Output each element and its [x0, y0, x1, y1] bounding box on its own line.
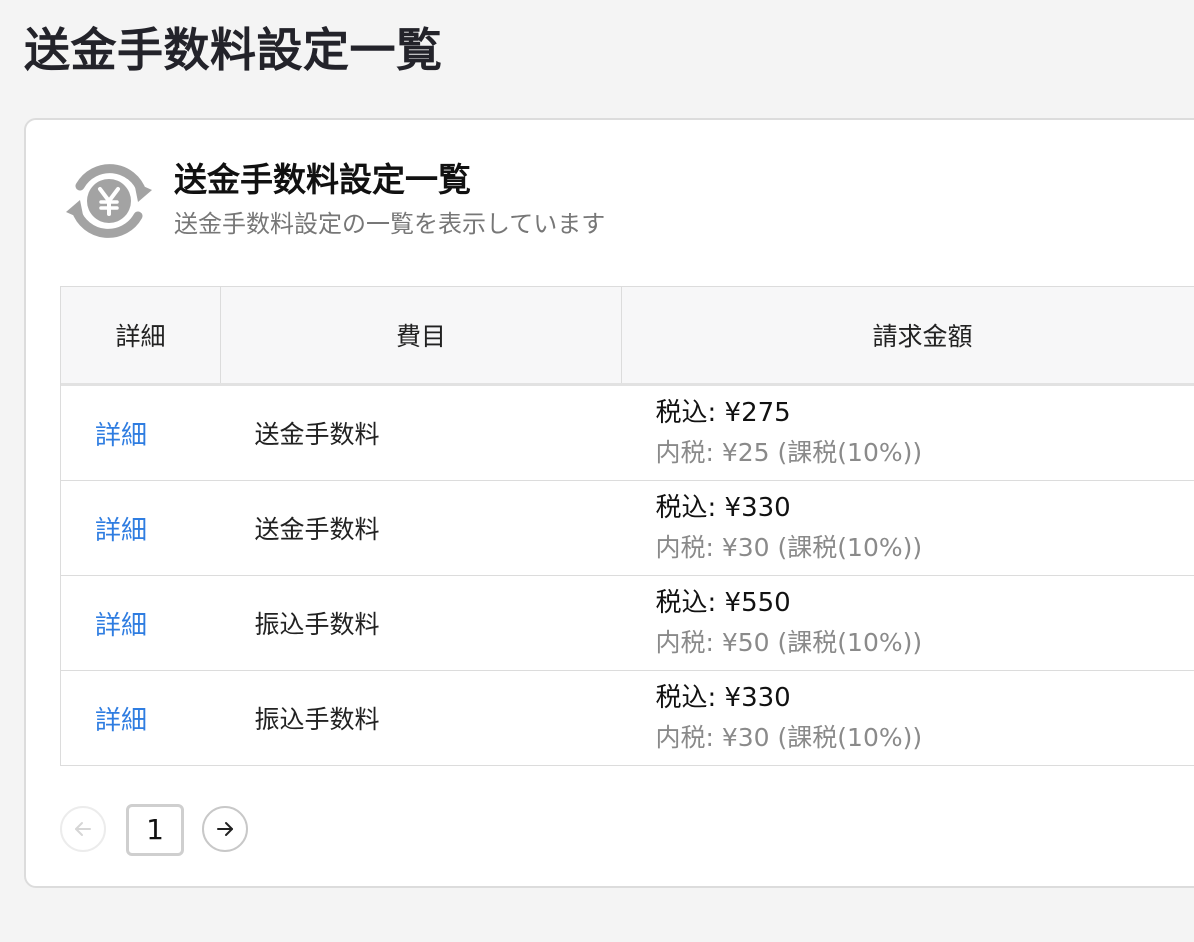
next-page-button[interactable]	[202, 806, 248, 852]
item-cell: 振込手数料	[221, 671, 622, 766]
amount-cell: 税込: ¥330 内税: ¥30 (課税(10%))	[621, 480, 1194, 576]
page-title: 送金手数料設定一覧	[24, 23, 443, 77]
card-header-text: 送金手数料設定一覧 送金手数料設定の一覧を表示しています	[174, 156, 605, 242]
amount-tax-included: 税込: ¥275	[655, 398, 791, 428]
detail-link[interactable]: 詳細	[95, 700, 147, 737]
amount-tax-breakdown: 内税: ¥50 (課税(10%))	[655, 628, 923, 657]
amount-tax-breakdown: 内税: ¥30 (課税(10%))	[655, 533, 923, 562]
detail-cell: 詳細	[61, 671, 221, 766]
item-name: 振込手数料	[254, 610, 380, 639]
card-subtitle: 送金手数料設定の一覧を表示しています	[174, 210, 606, 238]
item-cell: 振込手数料	[220, 575, 622, 671]
amount-tax-included: 税込: ¥550	[655, 588, 791, 618]
item-cell: 送金手数料	[220, 480, 622, 576]
amount-tax-breakdown: 内税: ¥25 (課税(10%))	[655, 438, 923, 467]
fee-table: 詳細 費目 請求金額 詳細 送金手数料 税込: ¥275 内税: ¥25 (課税…	[60, 286, 1194, 766]
detail-cell: 詳細	[61, 480, 221, 576]
column-header-detail: 詳細	[61, 287, 221, 386]
detail-cell: 詳細	[61, 575, 221, 671]
arrow-right-icon	[217, 822, 233, 836]
detail-link[interactable]: 詳細	[95, 415, 147, 452]
prev-page-button	[60, 806, 106, 852]
column-header-amount: 請求金額	[621, 287, 1194, 386]
amount-cell: 税込: ¥550 内税: ¥50 (課税(10%))	[621, 575, 1194, 671]
column-header-item: 費目	[220, 287, 622, 386]
detail-link[interactable]: 詳細	[95, 605, 147, 642]
yen-exchange-icon	[64, 156, 154, 246]
amount-tax-breakdown: 内税: ¥30 (課税(10%))	[655, 723, 923, 752]
table-header-row: 詳細 費目 請求金額	[61, 287, 1194, 386]
item-name: 送金手数料	[254, 515, 380, 544]
item-name: 送金手数料	[254, 420, 380, 449]
table-row: 詳細 振込手数料 税込: ¥330 内税: ¥30 (課税(10%))	[61, 671, 1194, 766]
table-row: 詳細 送金手数料 税込: ¥330 内税: ¥30 (課税(10%))	[61, 480, 1194, 576]
amount-cell: 税込: ¥275 内税: ¥25 (課税(10%))	[621, 384, 1194, 481]
page-number-button[interactable]: 1	[126, 804, 184, 856]
amount-tax-included: 税込: ¥330	[655, 493, 791, 523]
table-row: 詳細 送金手数料 税込: ¥275 内税: ¥25 (課税(10%))	[61, 384, 1194, 481]
fee-settings-card: 送金手数料設定一覧 送金手数料設定の一覧を表示しています 詳細 費目 請求金額 …	[24, 118, 1194, 888]
detail-link[interactable]: 詳細	[95, 510, 147, 547]
amount-tax-included: 税込: ¥330	[655, 683, 791, 713]
arrow-left-icon	[75, 822, 91, 836]
item-cell: 送金手数料	[220, 384, 622, 481]
detail-cell: 詳細	[61, 384, 221, 481]
table-row: 詳細 振込手数料 税込: ¥550 内税: ¥50 (課税(10%))	[61, 575, 1194, 671]
card-title: 送金手数料設定一覧	[174, 160, 471, 199]
amount-cell: 税込: ¥330 内税: ¥30 (課税(10%))	[622, 671, 1194, 766]
item-name: 振込手数料	[254, 705, 380, 734]
